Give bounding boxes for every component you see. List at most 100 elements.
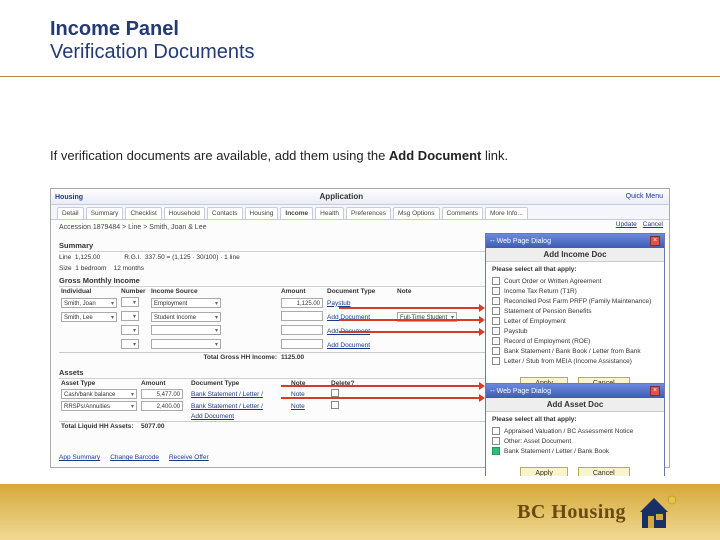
app-tabs: Detail Summary Checklist Household Conta… bbox=[51, 205, 669, 220]
checkbox[interactable] bbox=[492, 277, 500, 285]
dialog-titlebar: -- Web Page Dialog × bbox=[486, 234, 664, 248]
individual-dd[interactable]: Smith, Lee bbox=[61, 312, 117, 322]
assets-total-label: Total Liquid HH Assets: bbox=[59, 422, 139, 432]
asset-doc-link[interactable]: Bank Statement / Letter / bbox=[191, 403, 263, 410]
asset-type-dd[interactable]: Cash/bank balance bbox=[61, 389, 137, 399]
checkbox[interactable] bbox=[492, 437, 500, 445]
arrow-to-income-dialog bbox=[339, 307, 479, 309]
arrow-to-asset-dialog bbox=[281, 397, 479, 399]
asset-doc-link[interactable]: Bank Statement / Letter / bbox=[191, 391, 263, 398]
tab-preferences[interactable]: Preferences bbox=[346, 207, 391, 219]
number-dd[interactable] bbox=[121, 297, 139, 307]
footer-link-barcode[interactable]: Change Barcode bbox=[110, 454, 159, 461]
amount-input[interactable] bbox=[281, 325, 323, 335]
summary-val-1: 1,125.00 bbox=[75, 254, 100, 261]
dialog-frame-title: -- Web Page Dialog bbox=[490, 238, 551, 245]
individual-dd[interactable]: Smith, Joan bbox=[61, 298, 117, 308]
summary-label-3: Size bbox=[59, 265, 72, 272]
footer-link-summary[interactable]: App Summary bbox=[59, 454, 100, 461]
checkbox[interactable] bbox=[492, 287, 500, 295]
cancel-link[interactable]: Cancel bbox=[643, 221, 663, 228]
number-dd[interactable] bbox=[121, 311, 139, 321]
source-dd[interactable] bbox=[151, 339, 221, 349]
checkbox[interactable] bbox=[492, 427, 500, 435]
amount-input[interactable]: 1,125.00 bbox=[281, 298, 323, 308]
add-document-link[interactable]: Add Document bbox=[191, 413, 234, 420]
source-dd[interactable]: Employment bbox=[151, 298, 221, 308]
body-bold: Add Document bbox=[389, 148, 481, 163]
close-icon[interactable]: × bbox=[650, 236, 660, 246]
checkbox[interactable] bbox=[492, 337, 500, 345]
option-label: Reconciled Post Farm PRFP (Family Mainte… bbox=[504, 298, 651, 305]
footer-link-offer[interactable]: Receive Offer bbox=[169, 454, 209, 461]
title-line2: Verification Documents bbox=[50, 41, 255, 64]
option-label: Record of Employment (ROE) bbox=[504, 338, 590, 345]
checkbox[interactable] bbox=[492, 327, 500, 335]
summary-val-3: 1 bedroom bbox=[75, 265, 106, 272]
gmi-total-label: Total Gross HH Income: bbox=[149, 353, 279, 363]
gmi-col-source: Income Source bbox=[149, 287, 229, 296]
assets-total-value: 5077.00 bbox=[139, 422, 189, 432]
toolbar: Update Cancel bbox=[616, 221, 663, 228]
tab-health[interactable]: Health bbox=[315, 207, 344, 219]
tab-household[interactable]: Household bbox=[164, 207, 205, 219]
gmi-col-individual: Individual bbox=[59, 287, 119, 296]
tab-housing[interactable]: Housing bbox=[245, 207, 279, 219]
dialog-instruction: Please select all that apply: bbox=[492, 416, 658, 423]
app-header-title: Application bbox=[57, 192, 626, 201]
assets-col-doctype: Document Type bbox=[189, 379, 289, 388]
body-post: link. bbox=[481, 148, 508, 163]
checkbox[interactable] bbox=[492, 357, 500, 365]
body-paragraph: If verification documents are available,… bbox=[50, 148, 650, 163]
add-document-link[interactable]: Add Document bbox=[327, 342, 370, 349]
tab-moreinfo[interactable]: More Info... bbox=[485, 207, 528, 219]
checkbox[interactable] bbox=[492, 347, 500, 355]
footer-spacer bbox=[0, 476, 720, 484]
option-label: Statement of Pension Benefits bbox=[504, 308, 591, 315]
checkbox[interactable] bbox=[492, 307, 500, 315]
arrow-to-income-dialog bbox=[339, 331, 479, 333]
assets-col-type: Asset Type bbox=[59, 379, 139, 388]
tab-income[interactable]: Income bbox=[280, 207, 313, 219]
add-income-doc-dialog: -- Web Page Dialog × Add Income Doc Plea… bbox=[485, 233, 665, 397]
number-dd[interactable] bbox=[121, 339, 139, 349]
close-icon[interactable]: × bbox=[650, 386, 660, 396]
body-pre: If verification documents are available,… bbox=[50, 148, 389, 163]
checkbox[interactable] bbox=[492, 297, 500, 305]
add-asset-doc-dialog: -- Web Page Dialog × Add Asset Doc Pleas… bbox=[485, 383, 665, 487]
asset-type-dd[interactable]: RRSPs/Annuities bbox=[61, 401, 137, 411]
checkbox[interactable] bbox=[492, 317, 500, 325]
tab-contacts[interactable]: Contacts bbox=[207, 207, 243, 219]
tab-detail[interactable]: Detail bbox=[57, 207, 84, 219]
quick-menu-link[interactable]: Quick Menu bbox=[626, 193, 663, 200]
tab-msgoptions[interactable]: Msg Options bbox=[393, 207, 440, 219]
delete-checkbox[interactable] bbox=[331, 389, 339, 397]
asset-amount-input[interactable]: 2,400.00 bbox=[141, 401, 183, 411]
gmi-col-amount: Amount bbox=[279, 287, 325, 296]
option-label: Paystub bbox=[504, 328, 528, 335]
tab-comments[interactable]: Comments bbox=[442, 207, 483, 219]
gmi-col-number: Number bbox=[119, 287, 149, 296]
delete-checkbox[interactable] bbox=[331, 401, 339, 409]
asset-note-link[interactable]: Note bbox=[291, 403, 305, 410]
dialog-title: Add Asset Doc bbox=[486, 398, 664, 412]
summary-label-1: Line bbox=[59, 254, 71, 261]
title-line1: Income Panel bbox=[50, 18, 255, 41]
tab-checklist[interactable]: Checklist bbox=[125, 207, 161, 219]
source-dd[interactable]: Student Income bbox=[151, 312, 221, 322]
app-footer-links: App Summary Change Barcode Receive Offer bbox=[59, 454, 209, 461]
tab-summary[interactable]: Summary bbox=[86, 207, 124, 219]
doc-link[interactable]: Paystub bbox=[327, 300, 351, 307]
amount-input[interactable] bbox=[281, 339, 323, 349]
checkbox[interactable] bbox=[492, 447, 500, 455]
asset-amount-input[interactable]: 5,477.00 bbox=[141, 389, 183, 399]
assets-col-amount: Amount bbox=[139, 379, 189, 388]
arrow-to-income-dialog bbox=[339, 319, 479, 321]
update-link[interactable]: Update bbox=[616, 221, 637, 228]
amount-input[interactable] bbox=[281, 311, 323, 321]
dialog-titlebar: -- Web Page Dialog × bbox=[486, 384, 664, 398]
arrow-to-asset-dialog bbox=[281, 385, 479, 387]
source-dd[interactable] bbox=[151, 325, 221, 335]
brand-bar: BC Housing bbox=[0, 484, 720, 540]
number-dd[interactable] bbox=[121, 325, 139, 335]
